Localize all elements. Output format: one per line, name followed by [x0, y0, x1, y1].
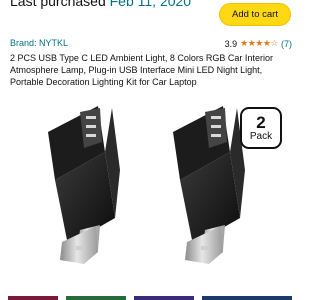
review-count-link[interactable]: (7): [281, 39, 292, 49]
top-bar: Last purchased Feb 11, 2020 Add to cart: [0, 0, 300, 30]
usb-light-left: [48, 106, 120, 264]
pack-count-number: 2: [256, 113, 266, 132]
pack-count-badge: 2 Pack: [240, 107, 282, 149]
brand-link[interactable]: Brand: NYTKL: [10, 38, 68, 48]
last-purchased-label: Last purchased: [10, 0, 106, 9]
product-title[interactable]: 2 PCS USB Type C LED Ambient Light, 8 Co…: [10, 52, 294, 89]
thumbnail-3[interactable]: [134, 296, 194, 300]
last-purchased-text: Last purchased Feb 11, 2020: [10, 0, 191, 9]
add-to-cart-button[interactable]: Add to cart: [219, 3, 291, 26]
thumbnail-1[interactable]: [8, 296, 58, 300]
thumbnail-2[interactable]: [66, 296, 126, 300]
pack-count-label: Pack: [249, 131, 273, 142]
image-thumbnail-strip: [0, 296, 300, 300]
last-purchased-date[interactable]: Feb 11, 2020: [110, 0, 191, 9]
rating-value: 3.9: [224, 38, 238, 49]
usb-light-right: [173, 106, 245, 264]
star-rating-icon: ★★★★☆: [240, 38, 278, 48]
brand-rating-row: Brand: NYTKL 3.9 ★★★★☆ (7): [10, 38, 292, 50]
thumbnail-4[interactable]: [202, 296, 292, 300]
rating[interactable]: 3.9 ★★★★☆ (7): [225, 38, 292, 49]
